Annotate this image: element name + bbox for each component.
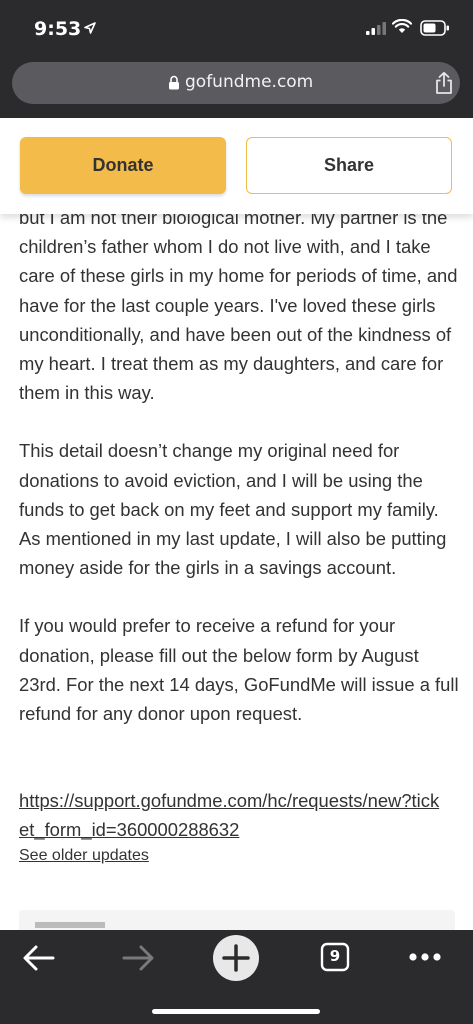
status-bar: 9:53 (0, 0, 473, 60)
battery-icon (420, 20, 449, 36)
refund-form-link[interactable]: https://support.gofundme.com/hc/requests… (19, 786, 449, 844)
next-section-card (19, 910, 455, 930)
web-content: but I am not their biological mother. My… (0, 118, 473, 930)
update-paragraph: This detail doesn’t change my original n… (19, 440, 447, 579)
update-body: but I am not their biological mother. My… (19, 204, 459, 757)
share-icon[interactable] (434, 71, 454, 95)
address-bar[interactable]: gofundme.com (12, 62, 460, 104)
update-paragraph: If you would prefer to receive a refund … (19, 615, 459, 725)
wifi-icon (392, 19, 412, 33)
card-heading-placeholder (35, 922, 155, 930)
lock-icon (169, 75, 179, 90)
see-older-updates-link[interactable]: See older updates (19, 847, 149, 865)
update-paragraph: but I am not their biological mother. My… (19, 207, 458, 404)
forward-arrow-icon[interactable] (121, 944, 155, 972)
tab-count: 9 (329, 947, 341, 965)
new-tab-button[interactable] (213, 935, 259, 981)
sticky-action-bar: Donate Share (0, 118, 473, 214)
home-indicator (152, 1009, 320, 1014)
donate-button[interactable]: Donate (20, 137, 226, 194)
location-arrow-icon (84, 22, 96, 34)
plus-icon (222, 944, 250, 972)
share-button[interactable]: Share (246, 137, 452, 194)
status-time: 9:53 (34, 18, 82, 40)
signal-icon (366, 22, 386, 35)
back-arrow-icon[interactable] (22, 944, 56, 972)
more-icon[interactable] (408, 952, 442, 962)
browser-toolbar: 9 (0, 930, 473, 1024)
url-text: gofundme.com (185, 72, 314, 92)
